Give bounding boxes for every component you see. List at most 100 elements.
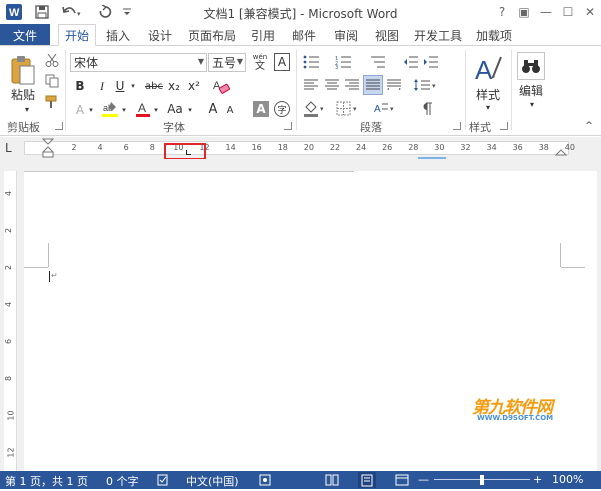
maximize-button[interactable]: ☐ (557, 0, 579, 24)
chevron-down-icon[interactable]: ▾ (186, 104, 194, 116)
chevron-down-icon[interactable]: ▾ (87, 104, 95, 116)
bullets-icon[interactable] (302, 54, 322, 70)
font-family-value: 宋体 (74, 56, 99, 70)
tab-mailings[interactable]: 邮件 (292, 24, 316, 46)
language-indicator[interactable]: 中文(中国) (186, 473, 239, 489)
styles-button[interactable]: 样式 (472, 86, 504, 102)
text-cursor (49, 271, 50, 282)
distributed-icon[interactable] (385, 77, 403, 93)
grow-font-button[interactable]: A (205, 100, 221, 118)
vertical-ruler-label: 8 (4, 375, 14, 382)
copy-icon[interactable] (44, 73, 60, 89)
tab-design[interactable]: 设计 (148, 24, 172, 46)
ribbon-display-button[interactable]: ▣ (513, 0, 535, 24)
increase-indent-icon[interactable] (422, 54, 440, 70)
multilevel-list-icon[interactable] (368, 54, 388, 70)
superscript-button[interactable]: x² (185, 77, 203, 95)
text-effects-icon[interactable]: A (73, 102, 87, 118)
paragraph-mark-icon: ↵ (51, 271, 58, 280)
svg-text:A: A (138, 101, 146, 115)
styles-gallery-icon[interactable]: A (472, 52, 504, 88)
asian-layout-icon[interactable]: A ▾ (372, 100, 398, 118)
decrease-indent-icon[interactable] (402, 54, 420, 70)
font-launcher-icon[interactable] (284, 122, 292, 130)
chevron-down-icon[interactable]: ▾ (120, 104, 128, 116)
chevron-down-icon[interactable]: ▾ (482, 102, 494, 112)
highlight-color-icon[interactable]: ab (100, 100, 120, 118)
shading-icon[interactable]: ▾ (302, 100, 328, 118)
tab-addins[interactable]: 加载项 (476, 24, 512, 46)
clear-formatting-icon[interactable]: A (211, 76, 231, 96)
help-button[interactable]: ? (491, 0, 513, 24)
borders-icon[interactable]: ▾ (335, 100, 361, 118)
subscript-button[interactable]: x₂ (165, 77, 183, 95)
enclose-characters-button[interactable]: 字 (274, 101, 290, 117)
zoom-slider-thumb[interactable] (480, 475, 484, 485)
find-binoculars-icon[interactable] (517, 52, 545, 80)
page-count[interactable]: 第 1 页，共 1 页 (5, 473, 88, 489)
tab-references[interactable]: 引用 (251, 24, 275, 46)
align-left-icon[interactable] (302, 77, 320, 93)
vertical-ruler-label: 4 (4, 190, 14, 197)
tab-home[interactable]: 开始 (58, 24, 97, 46)
font-family-select[interactable]: 宋体 ▼ (70, 53, 207, 72)
tab-developer[interactable]: 开发工具 (414, 24, 462, 46)
tab-view[interactable]: 视图 (375, 24, 399, 46)
change-case-button[interactable]: Aa (164, 100, 186, 118)
phonetic-guide-button[interactable]: wén 文 (250, 51, 270, 73)
paste-button[interactable]: 粘贴 (6, 86, 40, 102)
tab-stop-highlight-box (164, 143, 206, 160)
read-mode-icon[interactable] (325, 474, 339, 489)
chevron-down-icon[interactable]: ▾ (152, 104, 160, 116)
proofing-icon[interactable] (157, 474, 169, 489)
ruler-tick-label: 20 (303, 143, 314, 152)
collapse-ribbon-icon[interactable]: ^ (583, 120, 595, 132)
editing-button[interactable]: 编辑 (515, 82, 547, 98)
italic-button[interactable]: I (94, 77, 110, 95)
print-layout-icon[interactable] (358, 472, 376, 488)
margin-mark (48, 243, 49, 267)
tab-file[interactable]: 文件 (0, 24, 50, 46)
line-spacing-icon[interactable]: ▾ (412, 77, 440, 93)
show-paragraph-marks-icon[interactable] (418, 100, 436, 118)
tab-layout[interactable]: 页面布局 (188, 24, 236, 46)
numbering-icon[interactable]: 123 (334, 54, 354, 70)
shrink-font-button[interactable]: A (223, 102, 237, 118)
paragraph-group-label: 段落 (360, 121, 382, 134)
close-button[interactable]: ✕ (579, 0, 601, 24)
character-shading-button[interactable]: A (253, 101, 269, 117)
ruler-tick-label: 2 (71, 143, 77, 152)
document-page[interactable]: ↵ 第九软件网 WWW.D9SOFT.COM (24, 171, 597, 471)
font-color-icon[interactable]: A (134, 100, 152, 118)
font-size-select[interactable]: 五号 ▼ (208, 53, 246, 72)
macro-record-icon[interactable] (259, 474, 271, 489)
paragraph-launcher-icon[interactable] (453, 122, 461, 130)
styles-launcher-icon[interactable] (500, 122, 508, 130)
zoom-level[interactable]: 100% (552, 473, 583, 486)
align-right-icon[interactable] (343, 77, 361, 93)
zoom-out-button[interactable]: — (418, 473, 429, 486)
tab-review[interactable]: 审阅 (334, 24, 358, 46)
cut-icon[interactable] (44, 52, 60, 68)
ruler-track[interactable]: 2 4 6 8 10 12 14 16 18 20 22 24 26 28 30 32 34 36 38 40 (24, 141, 575, 155)
align-center-icon[interactable] (323, 77, 341, 93)
justify-icon[interactable] (363, 75, 383, 95)
clipboard-launcher-icon[interactable] (55, 122, 63, 130)
chevron-down-icon[interactable]: ▾ (526, 99, 538, 109)
chevron-down-icon[interactable]: ▾ (129, 79, 137, 93)
word-count[interactable]: 0 个字 (106, 473, 139, 489)
character-border-button[interactable]: A (274, 53, 290, 71)
bold-button[interactable]: B (72, 77, 88, 95)
first-line-indent-marker[interactable] (42, 138, 54, 158)
minimize-button[interactable]: — (535, 0, 557, 24)
tab-selector-button[interactable]: L (5, 141, 12, 155)
paste-dropdown-icon[interactable]: ▾ (20, 104, 34, 114)
zoom-in-button[interactable]: + (533, 473, 542, 486)
right-indent-marker[interactable] (555, 145, 567, 157)
paste-icon[interactable] (8, 54, 38, 88)
tab-insert[interactable]: 插入 (106, 24, 130, 46)
web-layout-icon[interactable] (395, 474, 409, 489)
underline-button[interactable]: U (112, 77, 128, 95)
format-painter-icon[interactable] (44, 94, 60, 110)
strikethrough-button[interactable]: abc (143, 77, 165, 95)
